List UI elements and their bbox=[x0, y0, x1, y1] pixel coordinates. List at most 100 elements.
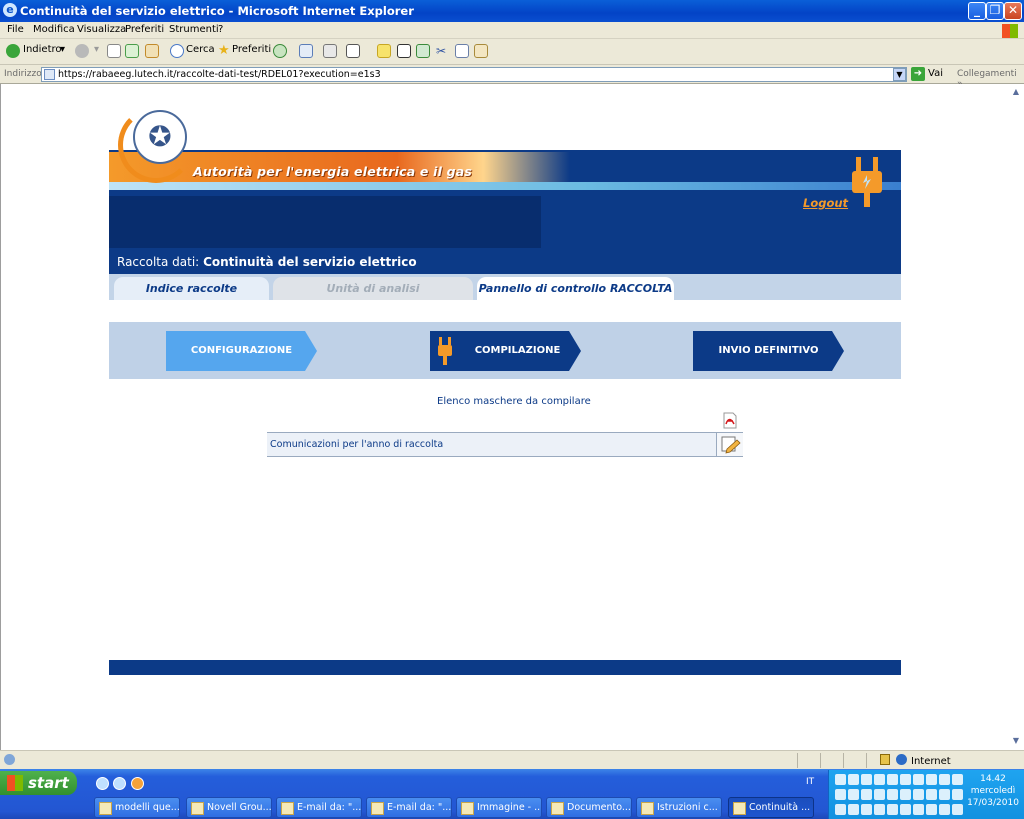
stop-icon[interactable] bbox=[107, 44, 121, 58]
collection-prefix: Raccolta dati: bbox=[117, 255, 200, 269]
star-emblem-icon: ✪ bbox=[133, 110, 187, 164]
cut-icon[interactable]: ✂ bbox=[436, 44, 450, 58]
paste-icon[interactable] bbox=[474, 44, 488, 58]
taskbar-item[interactable]: Novell Grou... bbox=[186, 797, 272, 818]
back-dropdown-icon[interactable]: ▾ bbox=[60, 44, 65, 55]
collection-title: Raccolta dati: Continuità del servizio e… bbox=[117, 255, 417, 269]
refresh-icon[interactable] bbox=[125, 44, 139, 58]
security-zone: Internet bbox=[896, 754, 951, 767]
maximize-button[interactable]: ❐ bbox=[986, 2, 1004, 20]
tab-strip: Indice raccolte Unità di analisi Pannell… bbox=[109, 274, 901, 300]
language-indicator[interactable]: IT bbox=[806, 777, 814, 787]
search-button[interactable]: Cerca bbox=[186, 44, 215, 55]
vertical-scrollbar[interactable]: ▲ ▼ bbox=[1008, 84, 1024, 750]
site-footer-bar bbox=[109, 660, 901, 675]
header-inner-panel bbox=[109, 196, 541, 248]
quicklaunch-outlook-icon[interactable] bbox=[113, 777, 126, 790]
logout-link[interactable]: Logout bbox=[803, 196, 848, 210]
toolbar: Indietro ▾ ▾ Cerca ★ Preferiti ✂ bbox=[0, 39, 1024, 65]
step-invio-definitivo[interactable]: INVIO DEFINITIVO bbox=[693, 331, 844, 371]
banner-title: Autorità per l'energia elettrica e il ga… bbox=[193, 164, 473, 179]
windows-flag-icon bbox=[7, 775, 23, 791]
taskbar-item[interactable]: E-mail da: "... bbox=[276, 797, 362, 818]
globe-icon bbox=[896, 754, 907, 765]
window-title-bar[interactable]: e Continuità del servizio elettrico - Mi… bbox=[0, 0, 1024, 22]
step-configurazione[interactable]: CONFIGURAZIONE bbox=[166, 331, 317, 371]
clock[interactable]: 14.42 mercoledì 17/03/2010 bbox=[965, 773, 1021, 809]
tab-unita-di-analisi: Unità di analisi bbox=[273, 277, 473, 300]
scroll-up-icon[interactable]: ▲ bbox=[1009, 85, 1023, 99]
edit-icon[interactable] bbox=[346, 44, 360, 58]
workflow-steps: CONFIGURAZIONE COMPILAZIONE INVIO DEFINI… bbox=[109, 322, 901, 379]
print-icon[interactable] bbox=[323, 44, 337, 58]
edit-pencil-icon bbox=[721, 436, 741, 454]
quicklaunch-media-icon[interactable] bbox=[131, 777, 144, 790]
forward-icon[interactable] bbox=[75, 44, 89, 58]
go-label: Vai bbox=[928, 68, 943, 79]
menu-modifica[interactable]: Modifica bbox=[33, 24, 75, 35]
address-url: https://rabaeeg.lutech.it/raccolte-dati-… bbox=[58, 69, 381, 80]
collection-name: Continuità del servizio elettrico bbox=[203, 255, 417, 269]
favorites-button[interactable]: Preferiti bbox=[232, 44, 271, 55]
start-button[interactable]: start bbox=[0, 771, 77, 795]
window-title: Continuità del servizio elettrico - Micr… bbox=[20, 4, 414, 18]
lock-icon bbox=[880, 754, 890, 765]
address-input[interactable]: https://rabaeeg.lutech.it/raccolte-dati-… bbox=[41, 67, 907, 82]
menu-file[interactable]: File bbox=[7, 24, 24, 35]
history-icon[interactable] bbox=[273, 44, 287, 58]
table-row: Comunicazioni per l'anno di raccolta bbox=[267, 432, 743, 457]
address-label: Indirizzo bbox=[4, 69, 42, 79]
back-icon[interactable] bbox=[6, 44, 20, 58]
taskbar-item[interactable]: Immagine - ... bbox=[456, 797, 542, 818]
menu-preferiti[interactable]: Preferiti bbox=[125, 24, 164, 35]
research-icon[interactable] bbox=[397, 44, 411, 58]
note-icon[interactable] bbox=[377, 44, 391, 58]
zone-label: Internet bbox=[911, 756, 951, 767]
tray-icons[interactable] bbox=[835, 774, 963, 816]
address-dropdown-icon[interactable]: ▼ bbox=[893, 68, 906, 81]
copy-icon[interactable] bbox=[455, 44, 469, 58]
scroll-down-icon[interactable]: ▼ bbox=[1009, 734, 1023, 748]
home-icon[interactable] bbox=[145, 44, 159, 58]
taskbar-item[interactable]: E-mail da: "... bbox=[366, 797, 452, 818]
clock-time: 14.42 bbox=[980, 774, 1006, 784]
status-bar: Internet bbox=[0, 750, 1024, 769]
mail-icon[interactable] bbox=[299, 44, 313, 58]
taskbar-item[interactable]: Istruzioni c... bbox=[636, 797, 722, 818]
plug-step-icon bbox=[438, 337, 452, 365]
ie-logo-icon: e bbox=[3, 3, 17, 17]
step-invio-definitivo-label: INVIO DEFINITIVO bbox=[718, 345, 819, 356]
go-arrow-icon: ➜ bbox=[911, 67, 925, 81]
site-banner: Autorità per l'energia elettrica e il ga… bbox=[109, 150, 901, 192]
quicklaunch-ie-icon[interactable] bbox=[96, 777, 109, 790]
italian-republic-emblem: ✪ bbox=[118, 107, 198, 183]
start-label: start bbox=[28, 774, 69, 792]
tab-indice-raccolte[interactable]: Indice raccolte bbox=[114, 277, 269, 300]
menu-visualizza[interactable]: Visualizza bbox=[77, 24, 126, 35]
menu-bar: File Modifica Visualizza Preferiti Strum… bbox=[0, 22, 1024, 39]
taskbar-item[interactable]: modelli que... bbox=[94, 797, 180, 818]
menu-help[interactable]: ? bbox=[218, 24, 223, 35]
forward-dropdown-icon[interactable]: ▾ bbox=[94, 44, 99, 55]
clock-date: 17/03/2010 bbox=[967, 798, 1019, 808]
page-icon bbox=[44, 69, 55, 80]
edit-form-button[interactable] bbox=[716, 433, 743, 456]
favorites-star-icon[interactable]: ★ bbox=[218, 44, 232, 58]
pdf-icon[interactable] bbox=[722, 412, 738, 429]
tab-pannello-di-controllo[interactable]: Pannello di controllo RACCOLTA bbox=[477, 277, 674, 300]
plug-logo-icon bbox=[852, 157, 882, 207]
menu-strumenti[interactable]: Strumenti bbox=[169, 24, 219, 35]
messenger-icon[interactable] bbox=[416, 44, 430, 58]
go-button[interactable]: ➜ Vai bbox=[911, 67, 943, 81]
search-icon[interactable] bbox=[170, 44, 184, 58]
close-button[interactable]: ✕ bbox=[1004, 2, 1022, 20]
windows-logo-icon bbox=[1002, 24, 1018, 38]
back-button[interactable]: Indietro bbox=[23, 44, 62, 55]
minimize-button[interactable]: _ bbox=[968, 2, 986, 20]
page-status-icon bbox=[4, 754, 15, 765]
step-compilazione[interactable]: COMPILAZIONE bbox=[430, 331, 581, 371]
taskbar-item-active[interactable]: Continuità ... bbox=[728, 797, 814, 818]
banner-light-band bbox=[109, 182, 901, 190]
list-title: Elenco maschere da compilare bbox=[437, 396, 591, 407]
taskbar-item[interactable]: Documento... bbox=[546, 797, 632, 818]
